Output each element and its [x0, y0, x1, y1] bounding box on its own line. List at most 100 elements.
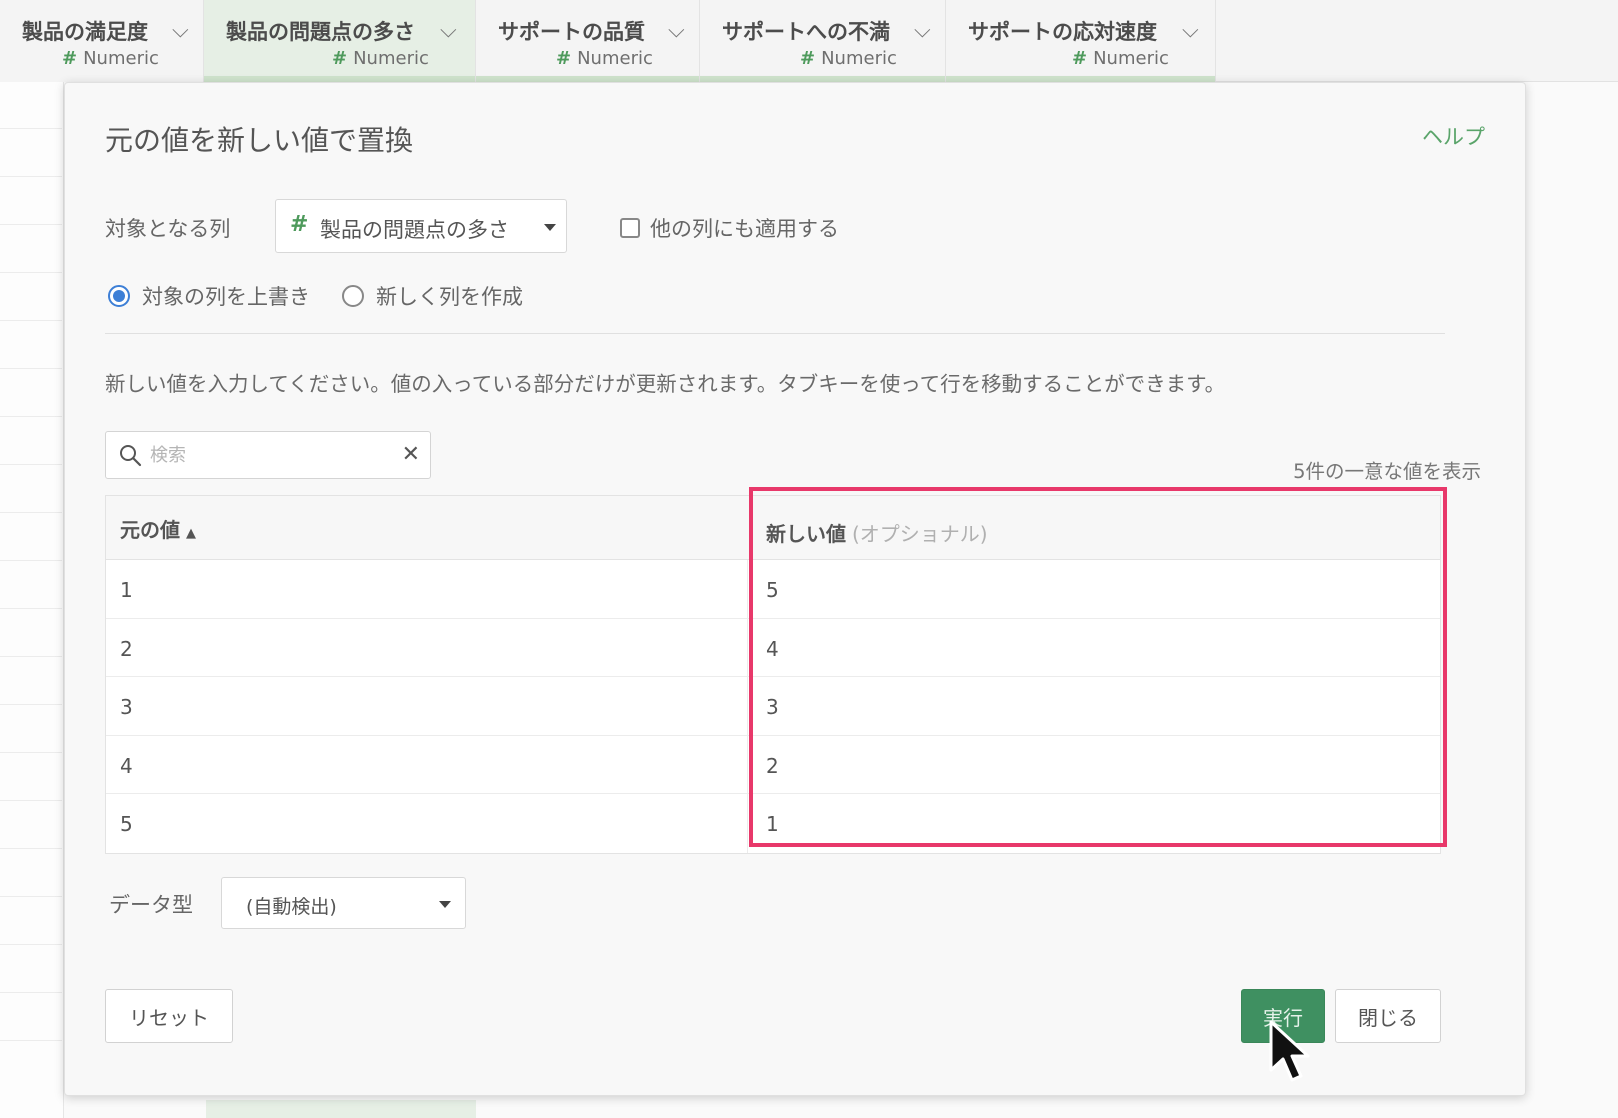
original-value-cell: 1 [106, 560, 748, 618]
column-type: # Numeric [1072, 48, 1169, 69]
grid-line [0, 1040, 62, 1041]
header-original-value[interactable]: 元の値 ▲ [106, 496, 748, 559]
column-header-support-dissatisfaction[interactable]: サポートへの不満 ⌵ # Numeric [700, 0, 946, 82]
apply-other-columns-label: 他の列にも適用する [650, 217, 839, 241]
chevron-down-icon[interactable]: ⌵ [1182, 18, 1199, 43]
data-type-value: (自動検出) [246, 896, 337, 918]
radio-overwrite[interactable]: 対象の列を上書き [108, 281, 310, 311]
radio-checked-icon[interactable] [108, 285, 130, 307]
grid-line [0, 800, 62, 801]
chevron-down-icon[interactable]: ⌵ [914, 18, 931, 43]
original-value-cell: 5 [106, 794, 748, 853]
grid-line [0, 464, 62, 465]
table-row: 1 5 [106, 560, 1440, 619]
close-button[interactable]: 閉じる [1335, 989, 1441, 1043]
help-link[interactable]: ヘルプ [1422, 121, 1485, 151]
header-new-value: 新しい値 (オプショナル) [748, 496, 1440, 559]
column-header-support-quality[interactable]: サポートの品質 ⌵ # Numeric [476, 0, 700, 82]
column-header-satisfaction[interactable]: 製品の満足度 ⌵ # Numeric [0, 0, 204, 82]
grid-line [0, 512, 62, 513]
grid-line [0, 608, 62, 609]
column-name: 製品の問題点の多さ [226, 20, 415, 44]
table-row: 5 1 [106, 794, 1440, 853]
grid-line [0, 320, 62, 321]
grid-line [0, 704, 62, 705]
table-row: 2 4 [106, 618, 1440, 677]
header-original-label: 元の値 [120, 518, 180, 542]
reset-button[interactable]: リセット [105, 989, 233, 1043]
replace-values-dialog: 元の値を新しい値で置換 ヘルプ 対象となる列 # 製品の問題点の多さ 他の列にも… [64, 82, 1526, 1096]
column-name: サポートの品質 [498, 20, 645, 44]
chevron-down-icon[interactable]: ⌵ [440, 18, 457, 43]
hash-icon: # [800, 48, 816, 69]
numeric-hash-icon: # [290, 212, 309, 237]
new-value-input[interactable]: 4 [748, 619, 1440, 677]
new-value-input[interactable]: 5 [748, 560, 1440, 618]
header-new-label: 新しい値 [766, 522, 846, 546]
new-value-input[interactable]: 3 [748, 677, 1440, 735]
grid-line [0, 944, 62, 945]
search-input[interactable] [150, 440, 390, 470]
chevron-down-icon[interactable]: ⌵ [172, 18, 189, 43]
selected-column-footer [206, 1100, 476, 1118]
value-mapping-table: 元の値 ▲ 新しい値 (オプショナル) 1 5 2 4 3 3 4 2 5 1 [105, 495, 1441, 854]
caret-down-icon [544, 224, 556, 231]
search-box[interactable]: ✕ [105, 431, 431, 479]
hash-icon: # [556, 48, 572, 69]
grid-line [0, 128, 62, 129]
data-grid-background [0, 82, 64, 1118]
instruction-text: 新しい値を入力してください。値の入っている部分だけが更新されます。タブキーを使っ… [105, 372, 1226, 396]
grid-line [0, 896, 62, 897]
grid-line [0, 848, 62, 849]
radio-unchecked-icon[interactable] [342, 285, 364, 307]
search-icon [120, 445, 142, 467]
grid-line [0, 656, 62, 657]
new-value-input[interactable]: 1 [748, 794, 1440, 853]
original-value-cell: 3 [106, 677, 748, 735]
column-type: # Numeric [332, 48, 429, 69]
column-name: 製品の満足度 [22, 20, 148, 44]
column-name: サポートへの不満 [722, 20, 890, 44]
grid-line [0, 416, 62, 417]
data-type-label: データ型 [109, 893, 193, 917]
grid-line [0, 176, 62, 177]
column-header-problems[interactable]: 製品の問題点の多さ ⌵ # Numeric [204, 0, 476, 82]
grid-line [0, 368, 62, 369]
sort-asc-icon[interactable]: ▲ [186, 526, 196, 541]
column-type: # Numeric [800, 48, 897, 69]
unique-count-text: 5件の一意な値を表示 [1293, 460, 1481, 483]
divider [105, 333, 1445, 334]
output-mode-radio-group: 対象の列を上書き 新しく列を作成 [108, 281, 555, 311]
target-column-label: 対象となる列 [105, 217, 231, 241]
hash-icon: # [332, 48, 348, 69]
apply-other-columns-checkbox[interactable]: 他の列にも適用する [620, 213, 839, 243]
column-header-support-speed[interactable]: サポートの応対速度 ⌵ # Numeric [946, 0, 1216, 82]
radio-create-new-label: 新しく列を作成 [376, 285, 523, 309]
column-type: # Numeric [62, 48, 159, 69]
run-button[interactable]: 実行 [1241, 989, 1325, 1043]
dialog-title: 元の値を新しい値で置換 [105, 124, 414, 157]
radio-overwrite-label: 対象の列を上書き [142, 285, 310, 309]
column-type: # Numeric [556, 48, 653, 69]
grid-line [0, 272, 62, 273]
caret-down-icon [439, 901, 451, 908]
hash-icon: # [1072, 48, 1088, 69]
close-icon[interactable]: ✕ [402, 444, 420, 466]
table-row: 4 2 [106, 735, 1440, 794]
target-column-value: 製品の問題点の多さ [320, 218, 509, 242]
column-header-strip: 製品の満足度 ⌵ # Numeric 製品の問題点の多さ ⌵ # Numeric サ… [0, 0, 1618, 82]
grid-line [0, 992, 62, 993]
data-type-select[interactable]: (自動検出) [221, 877, 466, 929]
grid-line [0, 752, 62, 753]
original-value-cell: 4 [106, 735, 748, 793]
new-value-input[interactable]: 2 [748, 736, 1440, 794]
target-column-select[interactable]: # 製品の問題点の多さ [275, 199, 567, 253]
radio-create-new[interactable]: 新しく列を作成 [342, 281, 523, 311]
grid-line [0, 560, 62, 561]
grid-line [0, 224, 62, 225]
checkbox-box[interactable] [620, 218, 640, 238]
header-optional-label: (オプショナル) [852, 522, 988, 546]
chevron-down-icon[interactable]: ⌵ [668, 18, 685, 43]
column-name: サポートの応対速度 [968, 20, 1157, 44]
original-value-cell: 2 [106, 618, 748, 676]
